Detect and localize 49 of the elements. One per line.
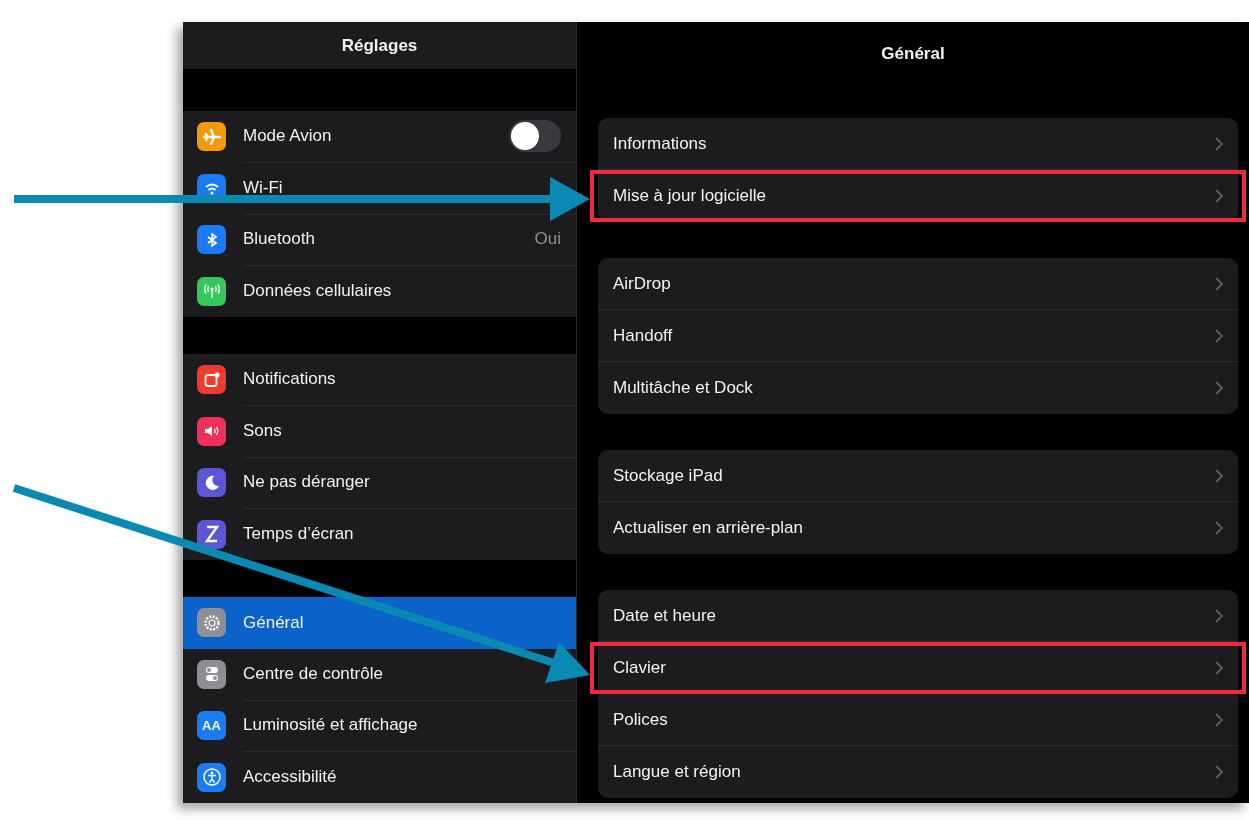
settings-row[interactable]: Multitâche et Dock	[598, 362, 1238, 414]
chevron-icon	[1215, 608, 1223, 623]
settings-list-item[interactable]: Général	[183, 597, 576, 649]
item-label: Luminosité et affichage	[243, 715, 418, 736]
chevron-icon	[1215, 712, 1223, 727]
chevron-icon	[1215, 381, 1223, 395]
item-label: Bluetooth	[243, 229, 315, 250]
item-label: Centre de contrôle	[243, 663, 383, 684]
settings-list-item[interactable]: Temps d’écran	[183, 508, 576, 560]
item-label: Général	[243, 612, 304, 633]
item-label: Ne pas déranger	[243, 472, 370, 493]
chevron-icon	[1215, 521, 1223, 535]
item-label: Notifications	[243, 369, 336, 390]
item-label: Sons	[243, 420, 282, 441]
item-value: Oui	[534, 229, 561, 250]
settings-row[interactable]: Stockage iPad	[598, 450, 1238, 502]
settings-row[interactable]: Clavier	[590, 642, 1246, 694]
chevron-icon	[1215, 189, 1223, 203]
settings-row[interactable]: Actualiser en arrière-plan	[598, 502, 1238, 554]
sidebar-title: Réglages	[341, 35, 418, 56]
chevron-icon	[1215, 468, 1223, 483]
page-title: Général	[881, 43, 945, 64]
chevron-icon	[1215, 276, 1223, 291]
item-label: Wi-Fi	[243, 177, 283, 198]
chevron-icon	[1215, 765, 1223, 779]
settings-list-item[interactable]: Sons	[183, 405, 576, 457]
item-label: Données cellulaires	[243, 281, 392, 302]
text-icon: AA	[197, 711, 226, 741]
chevron-icon	[1215, 328, 1223, 343]
settings-list-item[interactable]: AA Luminosité et affichage	[183, 700, 576, 752]
settings-list-item[interactable]: Ne pas déranger	[183, 457, 576, 509]
settings-row[interactable]: Polices	[598, 694, 1238, 746]
settings-row[interactable]: Date et heure	[598, 590, 1238, 642]
settings-row[interactable]: AirDrop	[598, 258, 1238, 310]
settings-list-item[interactable]: Mode Avion	[183, 111, 576, 163]
settings-list-item[interactable]: Données cellulaires	[183, 265, 576, 317]
item-label: Temps d’écran	[243, 524, 354, 545]
settings-list-item[interactable]: Notifications	[183, 354, 576, 406]
item-label: Accessibilité	[243, 767, 337, 788]
chevron-icon	[1215, 136, 1223, 151]
settings-row[interactable]: Informations	[598, 118, 1238, 170]
settings-row[interactable]: Handoff	[598, 310, 1238, 362]
settings-row[interactable]: Mise à jour logicielle	[590, 170, 1246, 222]
settings-list-item[interactable]: Accessibilité	[183, 751, 576, 803]
toggle-switch[interactable]	[509, 120, 561, 153]
settings-row[interactable]: Langue et région	[598, 746, 1238, 798]
settings-list-item[interactable]: Bluetooth Oui	[183, 214, 576, 266]
item-label: Mode Avion	[243, 126, 332, 147]
chevron-icon	[1215, 661, 1223, 675]
